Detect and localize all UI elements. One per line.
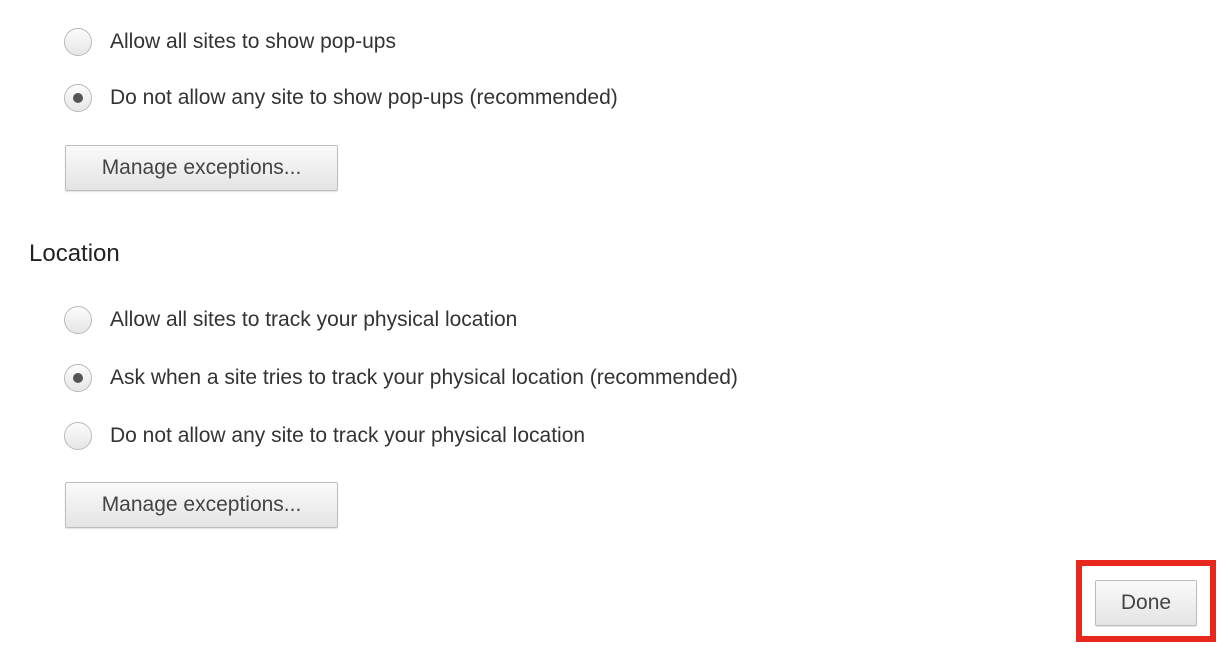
radio-dot [73, 373, 83, 383]
location-manage-exceptions-button[interactable]: Manage exceptions... [65, 482, 338, 528]
done-button[interactable]: Done [1095, 580, 1197, 626]
radio-dot [73, 93, 83, 103]
radio-allow-popups[interactable]: Allow all sites to show pop-ups [64, 26, 396, 58]
popups-manage-exceptions-button[interactable]: Manage exceptions... [65, 145, 338, 191]
radio-button[interactable] [64, 306, 92, 334]
location-section-title: Location [29, 240, 120, 267]
radio-label: Do not allow any site to show pop-ups (r… [110, 86, 618, 109]
radio-block-popups[interactable]: Do not allow any site to show pop-ups (r… [64, 82, 618, 114]
radio-button[interactable] [64, 28, 92, 56]
radio-button-selected[interactable] [64, 84, 92, 112]
radio-allow-location[interactable]: Allow all sites to track your physical l… [64, 304, 517, 336]
radio-label: Do not allow any site to track your phys… [110, 424, 586, 447]
radio-label: Allow all sites to show pop-ups [110, 30, 396, 53]
radio-ask-location[interactable]: Ask when a site tries to track your phys… [64, 362, 738, 394]
radio-button-selected[interactable] [64, 364, 92, 392]
radio-block-location[interactable]: Do not allow any site to track your phys… [64, 420, 585, 452]
content-settings-panel: Allow all sites to show pop-ups Do not a… [0, 0, 1228, 650]
radio-button[interactable] [64, 422, 92, 450]
radio-label: Allow all sites to track your physical l… [110, 308, 518, 331]
radio-label: Ask when a site tries to track your phys… [110, 366, 738, 389]
